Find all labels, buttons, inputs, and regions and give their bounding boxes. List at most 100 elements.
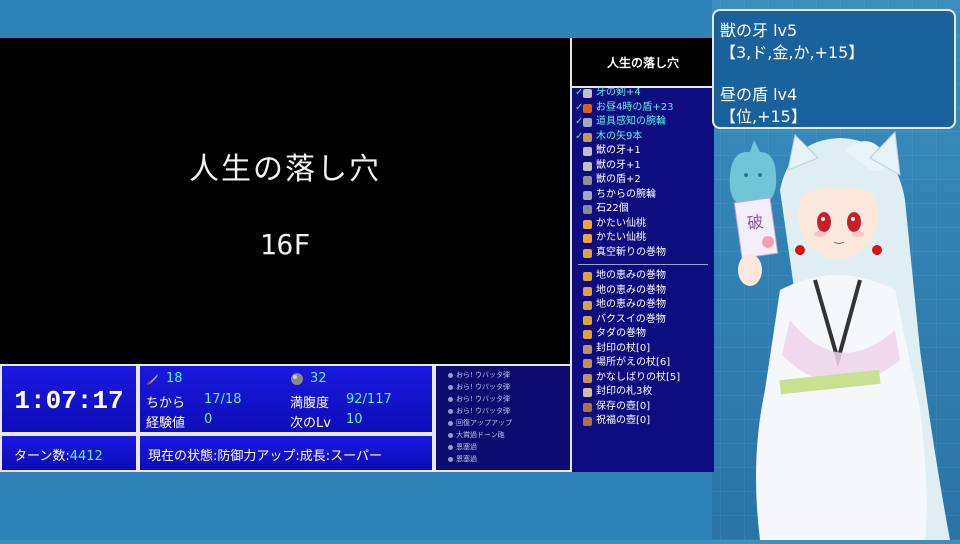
state-panel: 現在の状態:防御力アップ:成長:スーパー: [138, 434, 434, 472]
inventory-item-label: かたい仙桃: [596, 217, 646, 229]
inventory-item-label: 木の矢9本: [596, 130, 643, 142]
inventory-item-label: 道具感知の腕輪: [596, 116, 666, 127]
inventory-item[interactable]: 封印の杖[0]: [572, 342, 714, 357]
inventory-item-label: 真空斬りの巻物: [596, 246, 666, 258]
inventory-item[interactable]: タダの巻物: [572, 327, 714, 342]
inventory-item[interactable]: 獣の牙+1: [572, 159, 714, 174]
inventory-item-label: 石22個: [596, 203, 629, 214]
inventory-item[interactable]: 石22個: [572, 202, 714, 217]
inventory-item[interactable]: 真空斬りの巻物: [572, 246, 714, 261]
shield-orb-icon: [291, 373, 303, 385]
staff-icon: [583, 359, 592, 368]
character-portrait: 破: [720, 130, 960, 540]
inventory-item[interactable]: かなしばりの杖[5]: [572, 371, 714, 386]
info-line-3: 昼の盾 lv4: [720, 85, 798, 104]
inventory-item[interactable]: 封印の札3枚: [572, 385, 714, 400]
bracelet-icon: [583, 190, 592, 200]
inventory-panel: 人生の落し穴 ✓ 牙の剣+4 ✓ お昼4時の盾+23 ✓ 道具感知の腕輪 ✓ 木の矢9本 獣の牙…: [570, 38, 714, 472]
fox-girl-illustration: 破: [729, 130, 950, 540]
arrow-icon: [583, 132, 592, 142]
game-screen: 人生の落し穴 16F: [0, 38, 570, 364]
nextlv-label: 次のLv: [290, 416, 331, 431]
run-timer: 1:07:17: [14, 386, 124, 416]
turn-counter: ターン数:4412: [14, 445, 103, 464]
shield-icon: [583, 176, 592, 185]
inventory-item-label: 牙の剣+4: [596, 87, 641, 98]
log-line: 回復アップアップ: [448, 418, 512, 428]
inventory-item[interactable]: ちからの腕輪: [572, 188, 714, 203]
info-line-4: 【位,+15】: [720, 107, 807, 126]
inventory-item[interactable]: ✓ お昼4時の盾+23: [572, 101, 714, 116]
inventory-item-label: 地の恵みの巻物: [596, 270, 666, 281]
fullness-value: 92/117: [346, 392, 392, 407]
inventory-item-label: 獣の牙+1: [596, 145, 641, 156]
scroll-icon: [583, 301, 592, 310]
info-line-1: 獣の牙 lv5: [720, 21, 798, 40]
log-line: おら! ウバッタ弾: [448, 382, 510, 392]
top-strip: [0, 0, 712, 38]
inventory-item-label: 地の恵みの巻物: [596, 299, 666, 310]
inventory-divider: [578, 264, 708, 265]
inventory-item-label: 祝福の壺[0]: [596, 415, 651, 426]
inventory-item-label: 封印の杖[0]: [596, 342, 651, 354]
inventory-item[interactable]: かたい仙桃: [572, 231, 714, 246]
svg-text:破: 破: [746, 212, 765, 233]
inventory-item[interactable]: かたい仙桃: [572, 217, 714, 232]
inventory-item-label: お昼4時の盾+23: [596, 101, 674, 113]
item-info-box: 獣の牙 lv5 【3,ド,金,か,+15】 昼の盾 lv4 【位,+15】: [712, 9, 956, 129]
inventory-item-label: 地の恵みの巻物: [596, 284, 666, 296]
inventory-item[interactable]: 地の恵みの巻物: [572, 269, 714, 284]
inventory-item-label: バクスイの巻物: [596, 313, 666, 325]
inventory-item[interactable]: バクスイの巻物: [572, 313, 714, 328]
defense-value: 32: [310, 371, 327, 386]
inventory-list: ✓ 牙の剣+4 ✓ お昼4時の盾+23 ✓ 道具感知の腕輪 ✓ 木の矢9本 獣の牙+1 獣の牙+1…: [572, 86, 714, 429]
info-line-2: 【3,ド,金,か,+15】: [720, 43, 865, 62]
sword-icon: [583, 147, 592, 156]
inventory-item[interactable]: 獣の盾+2: [572, 173, 714, 188]
inventory-item[interactable]: ✓ 木の矢9本: [572, 130, 714, 145]
sword-icon: [583, 161, 592, 171]
inventory-item-label: 保存の壺[0]: [596, 400, 651, 412]
inventory-item[interactable]: 獣の牙+1: [572, 144, 714, 159]
inventory-header: 人生の落し穴: [572, 38, 714, 88]
turn-label: ターン数:: [14, 449, 70, 464]
bracelet-icon: [583, 118, 592, 127]
turns-panel: ターン数:4412: [0, 434, 138, 472]
stone-icon: [583, 205, 592, 214]
talisman-icon: [583, 388, 592, 397]
scroll-icon: [583, 315, 592, 325]
log-line: 恩塞過: [448, 442, 477, 452]
scroll-icon: [583, 248, 592, 258]
strength-label: ちから: [146, 396, 186, 411]
inventory-item[interactable]: 地の恵みの巻物: [572, 284, 714, 299]
scroll-icon: [583, 330, 592, 339]
inventory-item[interactable]: ✓ 道具感知の腕輪: [572, 115, 714, 130]
pot-icon: [583, 402, 592, 412]
inventory-item-label: ちからの腕輪: [596, 188, 656, 200]
status-effects: 現在の状態:防御力アップ:成長:スーパー: [148, 449, 383, 464]
scroll-icon: [583, 272, 592, 281]
inventory-item-label: 場所がえの杖[6]: [596, 357, 671, 368]
inventory-title: 人生の落し穴: [606, 56, 679, 70]
nextlv-value: 10: [346, 412, 363, 427]
inventory-item[interactable]: 保存の壺[0]: [572, 400, 714, 415]
stats-panel: 18 32 ちから 17/18 満腹度 92/117 経験値 0 次のLv 10: [138, 364, 434, 434]
inventory-item-label: かたい仙桃: [596, 232, 646, 243]
inventory-item[interactable]: ✓ 牙の剣+4: [572, 86, 714, 101]
scroll-icon: [583, 286, 592, 296]
exp-value: 0: [204, 412, 213, 427]
log-panel: おら! ウバッタ弾 おら! ウバッタ弾 おら! ウバッタ弾 おら! ウバッタ弾 …: [434, 364, 572, 472]
pot-icon: [583, 417, 592, 426]
shield-icon: [583, 103, 592, 113]
peach-icon: [583, 219, 592, 229]
turn-value: 4412: [69, 449, 103, 464]
timer-panel: 1:07:17: [0, 364, 138, 434]
staff-icon: [583, 344, 592, 354]
inventory-item[interactable]: 祝福の壺[0]: [572, 414, 714, 429]
strength-value: 17/18: [204, 392, 242, 407]
inventory-item[interactable]: 地の恵みの巻物: [572, 298, 714, 313]
attack-value: 18: [166, 371, 183, 386]
staff-icon: [583, 373, 592, 383]
bottom-strip: [0, 472, 712, 540]
inventory-item[interactable]: 場所がえの杖[6]: [572, 356, 714, 371]
